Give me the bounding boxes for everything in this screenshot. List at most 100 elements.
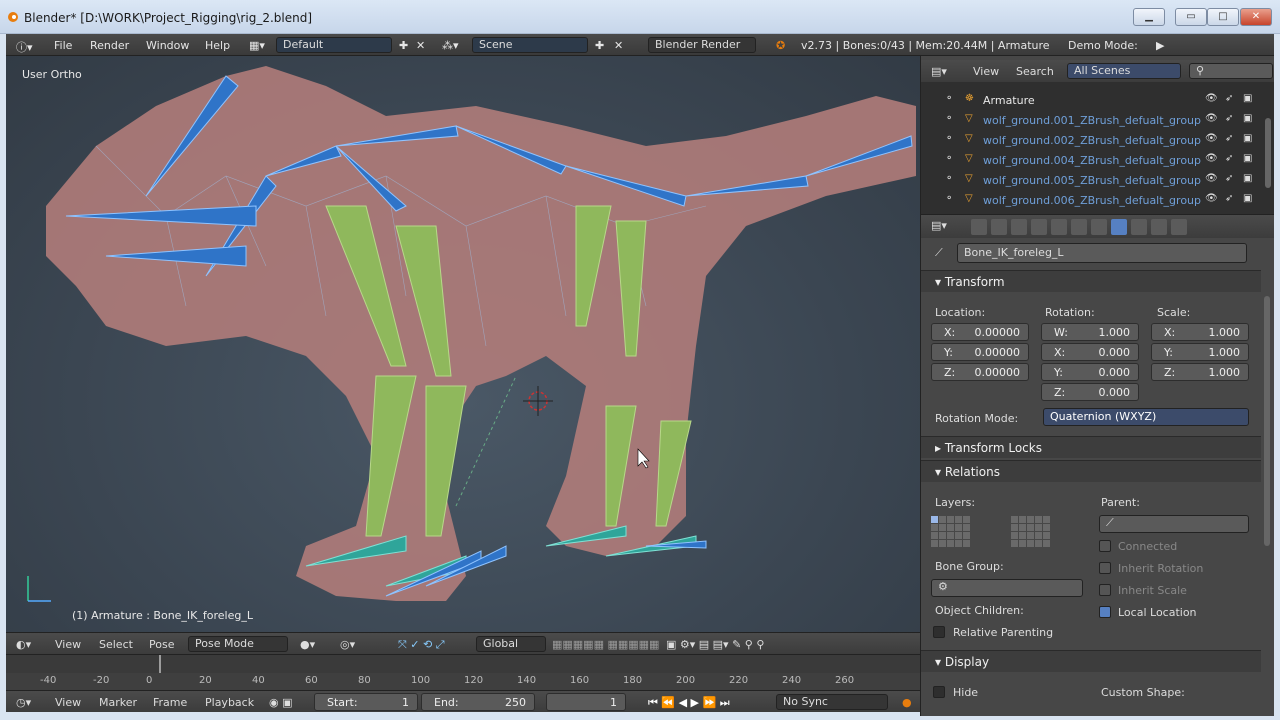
shading-icon[interactable]: ●▾ [300, 638, 315, 651]
timeline-editor-icon[interactable]: ◷▾ [16, 696, 31, 709]
properties-transform-rotation-field[interactable]: Y: 0.000 [1041, 363, 1139, 381]
outliner-menu-view[interactable]: View [973, 65, 999, 78]
layer-cell[interactable] [955, 524, 962, 531]
menu-pose[interactable]: Pose [149, 638, 174, 651]
render-visibility-icon[interactable]: ▣ [1243, 133, 1252, 144]
tab-render-layers[interactable] [991, 219, 1007, 235]
layout-icon[interactable]: ▦▾ [249, 39, 265, 52]
layer-cell[interactable] [955, 532, 962, 539]
tab-texture[interactable] [1151, 219, 1167, 235]
add-layout-icon[interactable]: ✚ [399, 39, 408, 52]
restore-icon[interactable]: ▭ [1175, 8, 1207, 26]
tab-world[interactable] [1031, 219, 1047, 235]
3d-viewport[interactable]: User Ortho (1) Armature: Bone_IK_forele… [6, 56, 920, 632]
menu-select[interactable]: Select [99, 638, 133, 651]
layer-cell[interactable] [939, 524, 946, 531]
outliner-scope-select[interactable]: All Scenes [1067, 63, 1181, 79]
pivot-icon[interactable]: ◎▾ [340, 638, 355, 651]
properties-editor-icon[interactable]: ▤▾ [931, 219, 947, 232]
layer-cell[interactable] [1019, 532, 1026, 539]
layer-cell[interactable] [1019, 524, 1026, 531]
layer-cell[interactable] [1011, 532, 1018, 539]
outliner-row[interactable]: ⚬ ▽ wolf_ground.006_ZBrush_defualt_group.0… [921, 190, 1261, 210]
layer-cell[interactable] [963, 516, 970, 523]
selectability-icon[interactable]: ➶ [1225, 193, 1233, 204]
menu-window[interactable]: Window [146, 39, 189, 52]
render-engine-select[interactable]: Blender Render [648, 37, 756, 53]
outliner-row[interactable]: ⚬ ▽ wolf_ground.001_ZBrush_defualt_group.0… [921, 110, 1261, 130]
render-visibility-icon[interactable]: ▣ [1243, 113, 1252, 124]
properties-scrollbar[interactable] [1264, 296, 1270, 546]
outliner-search-input[interactable]: ⚲ [1189, 63, 1273, 79]
render-visibility-icon[interactable]: ▣ [1243, 173, 1252, 184]
layer-cell[interactable] [931, 524, 938, 531]
properties-transform-rotation-field[interactable]: X: 0.000 [1041, 343, 1139, 361]
layer-cell[interactable] [963, 532, 970, 539]
expand-icon[interactable]: ⚬ [945, 133, 953, 144]
visibility-icon[interactable]: 👁 [1205, 133, 1218, 144]
current-frame-field[interactable]: 1 [546, 693, 626, 711]
layer-cell[interactable] [1027, 532, 1034, 539]
outliner-menu-search[interactable]: Search [1016, 65, 1054, 78]
layer-cell[interactable] [931, 516, 938, 523]
properties-transform-location-field[interactable]: Z: 0.00000 [931, 363, 1029, 381]
mode-select[interactable]: Pose Mode [188, 636, 288, 652]
layer-cell[interactable] [1011, 524, 1018, 531]
rotation-mode-select[interactable]: Quaternion (WXYZ) [1043, 408, 1249, 426]
render-icons[interactable]: ▣ ⚙▾ ▤ ▤▾ ✎ ⚲ ⚲ [666, 638, 764, 651]
properties-transform-scale-field[interactable]: Z: 1.000 [1151, 363, 1249, 381]
parent-field[interactable]: ⟋ [1099, 515, 1249, 533]
layer-cell[interactable] [1027, 524, 1034, 531]
properties-transform-location-field[interactable]: X: 0.00000 [931, 323, 1029, 341]
keying-icon[interactable]: ● [902, 696, 912, 709]
tab-render[interactable] [971, 219, 987, 235]
outliner-row[interactable]: ⚬ ▽ wolf_ground.002_ZBrush_defualt_group.0… [921, 130, 1261, 150]
layer-cell[interactable] [955, 540, 962, 547]
menu-playback[interactable]: Playback [205, 696, 254, 709]
display-header[interactable]: ▾ Display [921, 650, 1261, 672]
timeline-menu-view[interactable]: View [55, 696, 81, 709]
layout-field[interactable]: Default [276, 37, 392, 53]
properties-transform-scale-field[interactable]: Y: 1.000 [1151, 343, 1249, 361]
minimize-icon[interactable]: ▁ [1133, 8, 1165, 26]
menu-view[interactable]: View [55, 638, 81, 651]
close-icon[interactable]: ✕ [1240, 8, 1272, 26]
menu-file[interactable]: File [54, 39, 72, 52]
menu-marker[interactable]: Marker [99, 696, 137, 709]
layer-cell[interactable] [1043, 540, 1050, 547]
menu-frame[interactable]: Frame [153, 696, 187, 709]
selectability-icon[interactable]: ➶ [1225, 173, 1233, 184]
layer-cell[interactable] [939, 516, 946, 523]
outliner[interactable]: ⚬ ☸ Armature 👁 ➶ ▣ ⚬ ▽ wolf_ground.001_ZBrush_de… [921, 82, 1274, 214]
scene-field[interactable]: Scene [472, 37, 588, 53]
expand-icon[interactable]: ⚬ [945, 193, 953, 204]
layer-cell[interactable] [1043, 532, 1050, 539]
expand-icon[interactable]: ⚬ [945, 153, 953, 164]
layer-cell[interactable] [939, 540, 946, 547]
outliner-row[interactable]: ⚬ ▽ wolf_ground.004_ZBrush_defualt_group.0… [921, 150, 1261, 170]
timeline[interactable]: -40 -20 0 20 40 60 80 100 120 140 160 180 200 220 240 2… [6, 654, 920, 690]
selectability-icon[interactable]: ➶ [1225, 113, 1233, 124]
layer-cell[interactable] [947, 524, 954, 531]
connected-checkbox[interactable] [1099, 540, 1111, 552]
layer-cell[interactable] [1035, 540, 1042, 547]
inherit-rotation-checkbox[interactable] [1099, 562, 1111, 574]
menu-help[interactable]: Help [205, 39, 230, 52]
layer-cell[interactable] [931, 532, 938, 539]
local-location-checkbox[interactable] [1099, 606, 1111, 618]
editor-type-icon[interactable]: ⓘ▾ [16, 39, 33, 55]
expand-icon[interactable]: ⚬ [945, 173, 953, 184]
relative-parenting-checkbox[interactable] [933, 626, 945, 638]
playback-controls-icons[interactable]: ⏮ ⏪ ◀ ▶ ⏩ ⏭ [648, 696, 730, 710]
layer-cell[interactable] [939, 532, 946, 539]
layer-cell[interactable] [947, 540, 954, 547]
outliner-row[interactable]: ⚬ ☸ Armature 👁 ➶ ▣ [921, 90, 1261, 110]
layer-cell[interactable] [1035, 532, 1042, 539]
end-frame-field[interactable]: End: 250 [421, 693, 535, 711]
tab-constraints[interactable] [1071, 219, 1087, 235]
bone-group-field[interactable]: ⚙ [931, 579, 1083, 597]
scene-icon[interactable]: ⁂▾ [442, 39, 459, 52]
remove-scene-icon[interactable]: ✕ [614, 39, 623, 52]
layer-cell[interactable] [1011, 516, 1018, 523]
layer-cell[interactable] [1027, 516, 1034, 523]
